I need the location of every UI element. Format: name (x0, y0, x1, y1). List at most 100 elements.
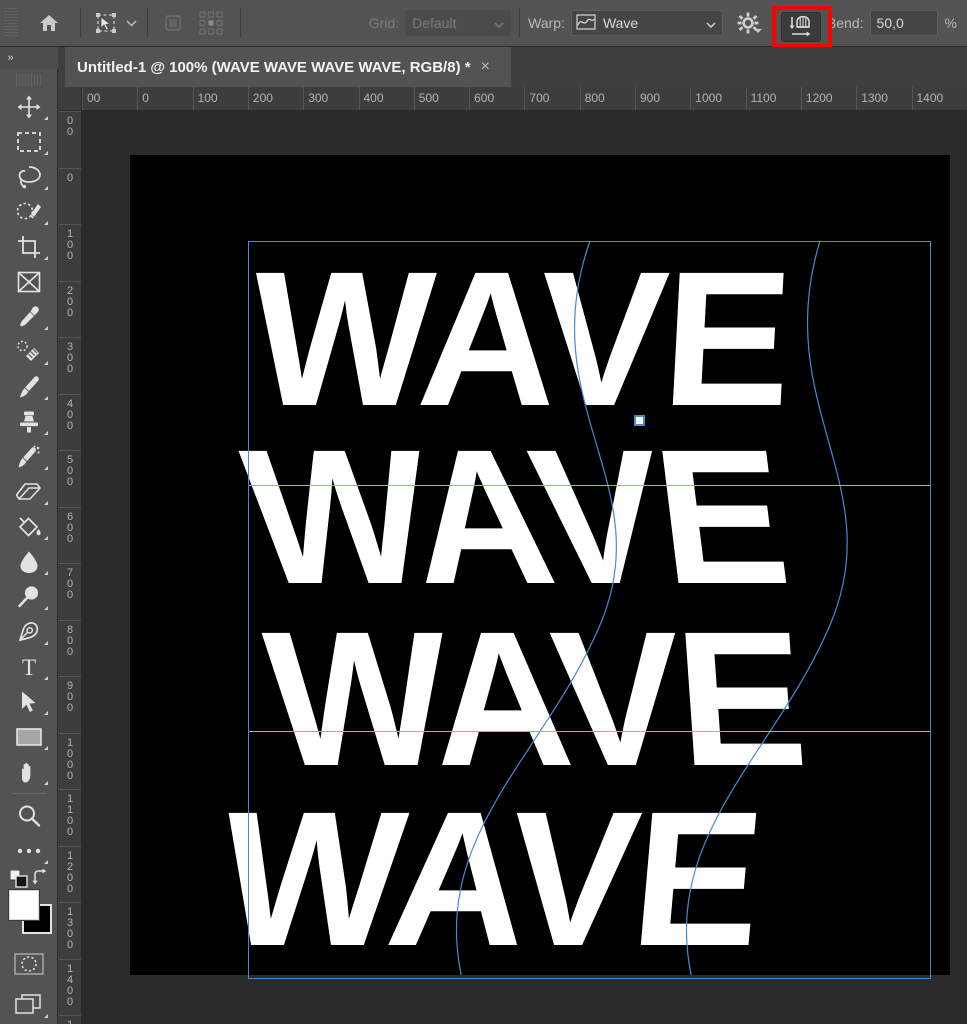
ruler-tick-v: 700 (58, 563, 81, 601)
blur-tool[interactable] (6, 544, 52, 579)
warp-guide-horizontal-1 (248, 485, 931, 486)
reference-point-square-icon[interactable] (156, 7, 190, 39)
path-selection-tool[interactable] (6, 684, 52, 719)
tool-panel-grip[interactable] (15, 74, 42, 86)
home-icon[interactable] (32, 7, 66, 39)
crop-tool[interactable] (6, 229, 52, 264)
flyout-arrow (43, 536, 48, 540)
eraser-tool[interactable] (6, 474, 52, 509)
brush-tool[interactable] (6, 369, 52, 404)
move-tool[interactable] (6, 89, 52, 124)
lasso-tool[interactable] (6, 159, 52, 194)
ruler-corner (58, 87, 82, 111)
canvas-area[interactable]: WAVE WAVE WAVE WAVE (82, 111, 967, 1024)
gear-flyout-arrow (753, 29, 762, 33)
swap-colors-icon[interactable] (31, 868, 49, 891)
zoom-tool[interactable] (6, 798, 52, 833)
hand-tool[interactable] (6, 754, 52, 789)
ruler-tick-v: 400 (58, 393, 81, 432)
ruler-tick-h: 700 (524, 87, 549, 110)
eyedropper-tool[interactable] (6, 299, 52, 334)
flyout-arrow (43, 676, 48, 680)
rectangle-tool[interactable] (6, 719, 52, 754)
quick-mask-toggle[interactable] (6, 946, 52, 981)
warp-style-value: Wave (602, 15, 639, 31)
spot-healing-brush-tool[interactable] (6, 334, 52, 369)
divider (240, 8, 241, 38)
object-selection-tool[interactable] (6, 194, 52, 229)
flyout-arrow (43, 326, 48, 330)
svg-text:T: T (21, 655, 35, 679)
chevron-down-icon (706, 15, 716, 31)
divider (11, 793, 46, 794)
bend-input[interactable]: 50,0 (869, 10, 938, 36)
tool-panel-expand-button[interactable]: » (0, 47, 58, 69)
vertical-ruler[interactable]: 0001002003004005006007008009001000110012… (58, 111, 82, 1024)
ruler-tick-h: 900 (635, 87, 660, 110)
rectangular-marquee-tool[interactable] (6, 124, 52, 159)
document-tab[interactable]: Untitled-1 @ 100% (WAVE WAVE WAVE WAVE, … (65, 47, 511, 87)
options-bar-grip[interactable] (4, 8, 18, 38)
warp-control-point[interactable] (634, 415, 645, 426)
gear-icon[interactable] (731, 7, 765, 39)
ruler-tick-h: 1200 (800, 87, 833, 110)
chevron-down-icon (494, 15, 504, 31)
warp-guide-horizontal-2 (248, 731, 931, 732)
color-controls-row (6, 868, 52, 888)
ruler-tick-v: 00 (58, 111, 81, 138)
flyout-arrow (43, 361, 48, 365)
flyout-arrow (43, 186, 48, 190)
ruler-tick-h: 400 (358, 87, 384, 110)
ruler-tick-v: 1000 (58, 732, 81, 782)
warp-wave-icon (576, 13, 596, 33)
dodge-tool[interactable] (6, 579, 52, 614)
warp-style-select[interactable]: Wave (570, 10, 723, 36)
reference-point-grid-icon[interactable] (190, 7, 232, 39)
flyout-arrow (43, 396, 48, 400)
warp-label: Warp: (528, 15, 565, 31)
close-icon[interactable]: × (481, 58, 490, 76)
document-tab-bar: Untitled-1 @ 100% (WAVE WAVE WAVE WAVE, … (58, 47, 967, 87)
clone-stamp-tool[interactable] (6, 404, 52, 439)
grid-select[interactable]: Default (405, 10, 512, 36)
ruler-tick-v: 900 (58, 676, 81, 714)
horizontal-ruler[interactable]: 00 0 100 200 300 400 500 600 700 800 900 1000 1100 12… (82, 87, 967, 111)
grid-value: Default (412, 15, 457, 31)
color-swatches[interactable] (6, 890, 52, 936)
frame-tool[interactable] (6, 264, 52, 299)
flyout-arrow (43, 860, 48, 864)
flyout-arrow (43, 221, 48, 225)
ruler-tick-v: 800 (58, 619, 81, 658)
flyout-arrow (43, 151, 48, 155)
artboard[interactable]: WAVE WAVE WAVE WAVE (130, 155, 950, 979)
divider (147, 8, 148, 38)
flyout-arrow (43, 781, 48, 785)
ruler-tick-h: 200 (247, 87, 273, 110)
move-transform-icon[interactable] (89, 7, 123, 39)
ruler-tick-v: 1300 (58, 902, 81, 951)
ruler-tick-v: 500 (58, 450, 81, 488)
ruler-tick-v: 1200 (58, 845, 81, 895)
ruler-tick-h: 800 (579, 87, 605, 110)
ruler-tick-v: 1100 (58, 789, 81, 838)
type-tool[interactable]: T (6, 649, 52, 684)
pen-tool[interactable] (6, 614, 52, 649)
grid-label: Grid: (368, 15, 400, 31)
history-brush-tool[interactable] (6, 439, 52, 474)
chevron-down-icon[interactable] (123, 8, 139, 38)
ruler-tick-h: 1100 (745, 87, 776, 110)
divider (80, 8, 81, 38)
edit-toolbar[interactable] (6, 833, 52, 868)
ruler-tick-v: 200 (58, 280, 81, 319)
orientation-button-highlight (772, 6, 832, 48)
foreground-color-swatch[interactable] (8, 890, 39, 920)
gradient-tool[interactable] (6, 509, 52, 544)
ruler-tick-h: 00 (82, 87, 100, 110)
flyout-arrow (43, 606, 48, 610)
screen-mode-toggle[interactable] (6, 987, 52, 1022)
flyout-arrow (43, 571, 48, 575)
ruler-tick-v: 1400 (58, 958, 81, 1008)
document-tab-title: Untitled-1 @ 100% (WAVE WAVE WAVE WAVE, … (77, 58, 471, 76)
flyout-arrow (43, 501, 48, 505)
flyout-arrow (43, 116, 48, 120)
